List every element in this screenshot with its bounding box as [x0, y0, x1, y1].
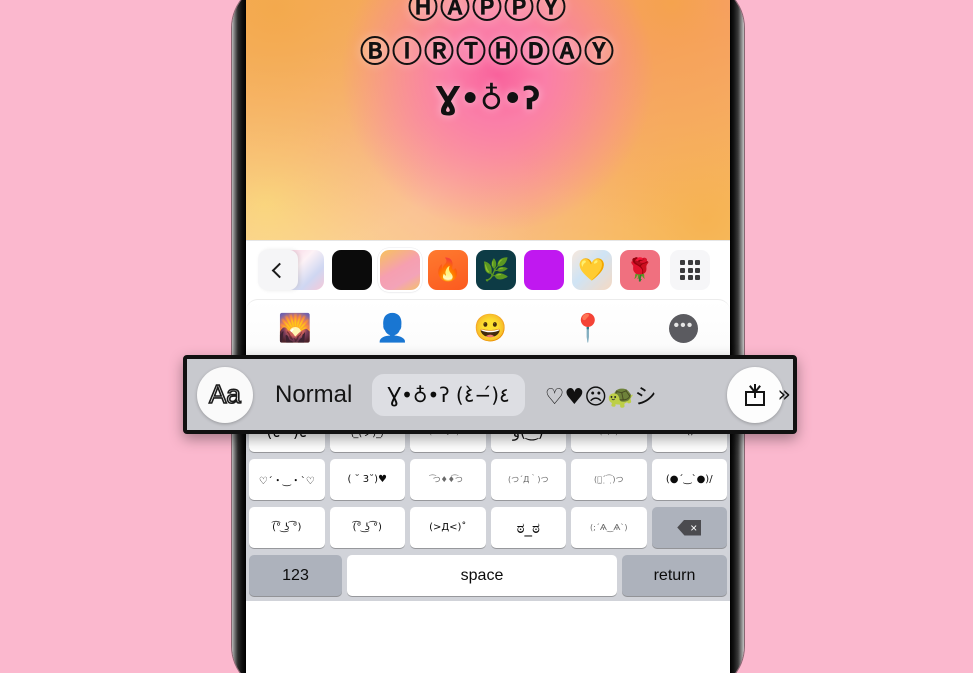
kaomoji-key[interactable]: (>Д<)˚ — [410, 507, 486, 548]
kaomoji-key[interactable]: (͡° ͜ʖ ͡°) — [329, 507, 405, 548]
return-key[interactable]: return — [622, 555, 727, 596]
share-button[interactable] — [727, 366, 783, 423]
phone-screen: ⒽⒶⓅⓅⓎ ⒷⒾⓇⓉⒽⒹⒶⓎ Ɣ•♁•ʔ 🔥 🌿 💛 🌹 🌄 👤 😀 📍 •••… — [246, 0, 730, 673]
back-button[interactable] — [258, 250, 298, 290]
message-canvas[interactable]: ⒽⒶⓅⓅⓎ ⒷⒾⓇⓉⒽⒹⒶⓎ Ɣ•♁•ʔ — [246, 0, 730, 240]
keyboard-row-4: (͡° ͜ʖ ͡°) (͡° ͜ʖ ͡°) (>Д<)˚ ಠ_ಠ (;´Ѧ‿Ѧ`… — [249, 507, 727, 548]
swatch-rose[interactable]: 🌹 — [620, 250, 660, 290]
message-line-1: ⒽⒶⓅⓅⓎ — [408, 0, 568, 25]
screenshot-root: ⒽⒶⓅⓅⓎ ⒷⒾⓇⓉⒽⒹⒶⓎ Ɣ•♁•ʔ 🔥 🌿 💛 🌹 🌄 👤 😀 📍 •••… — [0, 0, 973, 673]
kaomoji-key[interactable]: ♡´・‿・`♡ — [249, 459, 325, 500]
emoji-icon[interactable]: 😀 — [473, 315, 507, 342]
magnified-format-toolbar: Aa Normal Ɣ•♁•ʔ (٤̀−́)٤ ♡♥☹🐢シ » — [183, 355, 797, 434]
text-style-button[interactable]: Aa — [197, 366, 253, 423]
aa-icon: Aa — [208, 378, 241, 410]
location-pin-icon[interactable]: 📍 — [571, 315, 605, 342]
kaomoji-key[interactable]: ಠ_ಠ — [490, 507, 566, 548]
kaomoji-key[interactable]: (つ´Д｀)つ — [490, 459, 566, 500]
swatch-black[interactable] — [332, 250, 372, 290]
fire-icon: 🔥 — [434, 257, 462, 282]
photos-icon[interactable]: 🌄 — [278, 315, 312, 342]
message-line-3: Ɣ•♁•ʔ — [435, 81, 541, 117]
chevron-left-icon — [271, 262, 288, 278]
symbol-icon-row[interactable]: ♡♥☹🐢シ — [545, 379, 657, 411]
grid-view-button[interactable] — [670, 250, 710, 290]
kaomoji-key[interactable]: (͡° ͜ʖ ͡°) — [249, 507, 325, 548]
numbers-key[interactable]: 123 — [249, 555, 342, 596]
rose-icon: 🌹 — [626, 257, 654, 282]
message-line-2: ⒷⒾⓇⓉⒽⒹⒶⓎ — [360, 36, 616, 69]
kaomoji-key[interactable]: (●´‿`●)/ — [651, 459, 727, 500]
selected-kaomoji-pill[interactable]: Ɣ•♁•ʔ (٤̀−́)٤ — [372, 373, 525, 416]
kaomoji-key[interactable]: ( ˘ 3˘)♥ — [329, 459, 405, 500]
share-icon — [745, 383, 765, 406]
background-swatch-strip: 🔥 🌿 💛 🌹 — [246, 240, 730, 299]
kaomoji-key[interactable]: (つ̣´̣⁀̣)つ — [571, 459, 647, 500]
swatch-leaf[interactable]: 🌿 — [476, 250, 516, 290]
style-normal-label[interactable]: Normal — [275, 381, 352, 409]
swatch-gradient-selected[interactable] — [378, 248, 422, 292]
person-icon[interactable]: 👤 — [376, 315, 410, 342]
leaf-icon: 🌿 — [482, 257, 510, 282]
backspace-key[interactable] — [651, 507, 727, 548]
keyboard-row-3: ♡´・‿・`♡ ( ˘ 3˘)♥ ͡つ♦♦͡つ (つ´Д｀)つ (つ̣´̣⁀̣)… — [249, 459, 727, 500]
grid-icon — [680, 260, 700, 280]
phone-device: ⒽⒶⓅⓅⓎ ⒷⒾⓇⓉⒽⒹⒶⓎ Ɣ•♁•ʔ 🔥 🌿 💛 🌹 🌄 👤 😀 📍 •••… — [232, 0, 744, 673]
space-key[interactable]: space — [347, 555, 617, 596]
app-tray: 🌄 👤 😀 📍 ••• — [246, 299, 730, 357]
backspace-icon — [677, 519, 702, 536]
edge-cut-glyph: » — [777, 382, 791, 407]
more-icon[interactable]: ••• — [668, 314, 698, 343]
kaomoji-key[interactable]: ͡つ♦♦͡つ — [410, 459, 486, 500]
kaomoji-key[interactable]: (;´Ѧ‿Ѧ`) — [571, 507, 647, 548]
hearts-icon: 💛 — [578, 257, 606, 282]
swatch-fire[interactable]: 🔥 — [428, 250, 468, 290]
swatch-hearts[interactable]: 💛 — [572, 250, 612, 290]
swatch-purple[interactable] — [524, 250, 564, 290]
keyboard-bottom-row: 123 space return — [249, 555, 727, 596]
